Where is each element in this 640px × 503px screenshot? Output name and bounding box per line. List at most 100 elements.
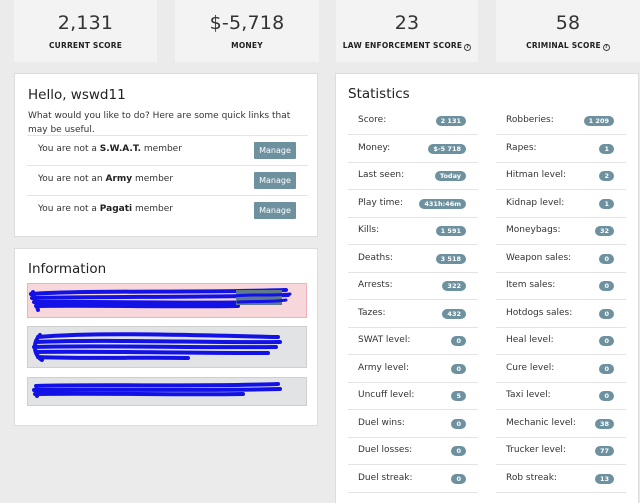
help-icon[interactable]: ? xyxy=(464,44,472,51)
statistics-row: Duel streak: 0 xyxy=(348,466,478,493)
statistic-label: Tazes: xyxy=(358,307,386,318)
membership-row-pagati: You are not a Pagati member Manage xyxy=(27,195,308,224)
statistics-row: Moneybags: 32 xyxy=(496,218,626,245)
stat-card-current-score: 2,131 CURRENT SCORE xyxy=(14,0,157,62)
statistic-label: Duel wins: xyxy=(358,417,405,428)
statistic-value-badge: 0 xyxy=(599,281,614,291)
statistic-value-badge: 0 xyxy=(599,308,614,319)
manage-swat-button[interactable]: Manage xyxy=(254,142,296,159)
statistic-label: Item sales: xyxy=(506,280,556,290)
statistic-label: Moneybags: xyxy=(506,225,561,235)
statistic-value-badge: 5 xyxy=(451,391,466,401)
statistics-row: SWAT level: 0 xyxy=(348,328,478,355)
statistic-value-badge: 77 xyxy=(594,446,614,456)
stat-card-money: $-5,718 MONEY xyxy=(175,0,319,62)
statistic-value-badge: 32 xyxy=(594,226,614,236)
statistic-label: SWAT level: xyxy=(358,335,411,345)
statistic-value-badge: 1 591 xyxy=(435,226,466,236)
statistics-row: Mechanic level: 38 xyxy=(496,411,626,438)
statistic-value-badge: 432 xyxy=(442,308,466,319)
statistic-value-badge: 0 xyxy=(599,336,614,346)
law-enforcement-score-label: LAW ENFORCEMENT SCORE? xyxy=(336,41,478,51)
statistic-value-badge: 0 xyxy=(451,473,466,484)
law-enforcement-score-text: LAW ENFORCEMENT SCORE xyxy=(342,41,463,50)
statistic-value-badge: 0 xyxy=(599,363,614,374)
statistic-label: Kills: xyxy=(358,225,380,235)
statistic-label: Heal level: xyxy=(506,335,554,345)
manage-army-button[interactable]: Manage xyxy=(254,172,296,189)
redaction-scribble xyxy=(32,332,282,362)
statistic-label: Last seen: xyxy=(358,170,405,180)
statistic-label: Deaths: xyxy=(358,252,393,263)
statistic-value-badge: 0 xyxy=(599,391,614,401)
statistic-value-badge: 1 xyxy=(599,143,614,154)
statistics-row: Army level: 0 xyxy=(348,356,478,383)
information-panel: Information xyxy=(14,248,318,426)
stat-card-criminal-score: 58 CRIMINAL SCORE? xyxy=(496,0,640,62)
criminal-score-value: 58 xyxy=(555,12,581,34)
statistic-label: Cure level: xyxy=(506,362,555,373)
statistic-value-badge: 3 518 xyxy=(435,253,466,264)
money-label: MONEY xyxy=(231,41,263,50)
statistic-label: Rob streak: xyxy=(506,472,557,483)
statistics-row: Score: 2 131 xyxy=(348,108,478,135)
information-title: Information xyxy=(28,261,107,277)
statistics-row: Uncuff level: 5 xyxy=(348,383,478,410)
statistics-row: Heal level: 0 xyxy=(496,328,626,355)
statistics-row: Deaths: 3 518 xyxy=(348,246,478,273)
hello-panel: Hello, wswd11 What would you like to do?… xyxy=(14,73,318,237)
redaction-scribble xyxy=(32,382,282,398)
criminal-score-text: CRIMINAL SCORE xyxy=(526,41,601,50)
statistic-value-badge: 1 209 xyxy=(583,116,614,126)
manage-pagati-button[interactable]: Manage xyxy=(254,202,296,219)
statistic-label: Hitman level: xyxy=(506,170,567,180)
statistic-value-badge: 0 xyxy=(451,446,466,456)
statistics-row: Last seen: Today xyxy=(348,163,478,190)
membership-text: You are not a Pagati member xyxy=(38,204,173,214)
statistic-value-badge: 2 131 xyxy=(435,116,466,126)
statistics-row: Arrests: 322 xyxy=(348,273,478,300)
statistics-row: Cure level: 0 xyxy=(496,356,626,383)
statistic-value-badge: 1 xyxy=(599,198,614,209)
statistics-row: Item sales: 0 xyxy=(496,273,626,300)
statistic-value-badge: $-5 718 xyxy=(428,143,466,154)
statistic-label: Arrests: xyxy=(358,280,393,290)
statistics-row: Play time: 431h:46m xyxy=(348,191,478,218)
statistic-label: Money: xyxy=(358,142,391,153)
redaction-scribble xyxy=(29,288,292,312)
statistic-label: Play time: xyxy=(358,197,403,208)
statistics-row: Hotdogs sales: 0 xyxy=(496,301,626,328)
stat-card-law-enforcement-score: 23 LAW ENFORCEMENT SCORE? xyxy=(336,0,478,62)
statistics-row: Weapon sales: 0 xyxy=(496,246,626,273)
statistic-value-badge: 13 xyxy=(594,473,614,484)
statistic-value-badge: 322 xyxy=(442,281,466,291)
statistic-label: Hotdogs sales: xyxy=(506,307,573,318)
statistic-label: Score: xyxy=(358,115,387,125)
membership-text: You are not an Army member xyxy=(38,174,174,184)
statistic-label: Duel losses: xyxy=(358,445,413,455)
statistics-row: Trucker level: 77 xyxy=(496,438,626,465)
statistic-value-badge: 0 xyxy=(599,253,614,264)
statistic-value-badge: Today xyxy=(434,171,466,181)
help-icon[interactable]: ? xyxy=(602,44,610,51)
membership-text: You are not a S.W.A.T. member xyxy=(38,144,182,154)
statistic-label: Army level: xyxy=(358,362,410,373)
statistics-row: Taxi level: 0 xyxy=(496,383,626,410)
info-alert-neutral xyxy=(27,326,307,368)
statistics-row: Tazes: 432 xyxy=(348,301,478,328)
statistics-row: Kidnap level: 1 xyxy=(496,191,626,218)
greeting-title: Hello, wswd11 xyxy=(28,87,126,103)
statistic-label: Mechanic level: xyxy=(506,417,576,428)
intro-text: What would you like to do? Here are some… xyxy=(28,111,291,135)
statistic-value-badge: 0 xyxy=(451,336,466,346)
statistic-value-badge: 431h:46m xyxy=(419,198,466,209)
statistic-value-badge: 38 xyxy=(594,418,614,429)
statistic-value-badge: 0 xyxy=(451,363,466,374)
statistic-label: Trucker level: xyxy=(506,445,566,455)
law-enforcement-score-value: 23 xyxy=(394,12,420,34)
info-alert-danger xyxy=(27,283,307,318)
statistic-value-badge: 2 xyxy=(599,171,614,181)
statistics-row: Rapes: 1 xyxy=(496,136,626,163)
statistic-label: Kidnap level: xyxy=(506,197,565,208)
statistics-row: Hitman level: 2 xyxy=(496,163,626,190)
